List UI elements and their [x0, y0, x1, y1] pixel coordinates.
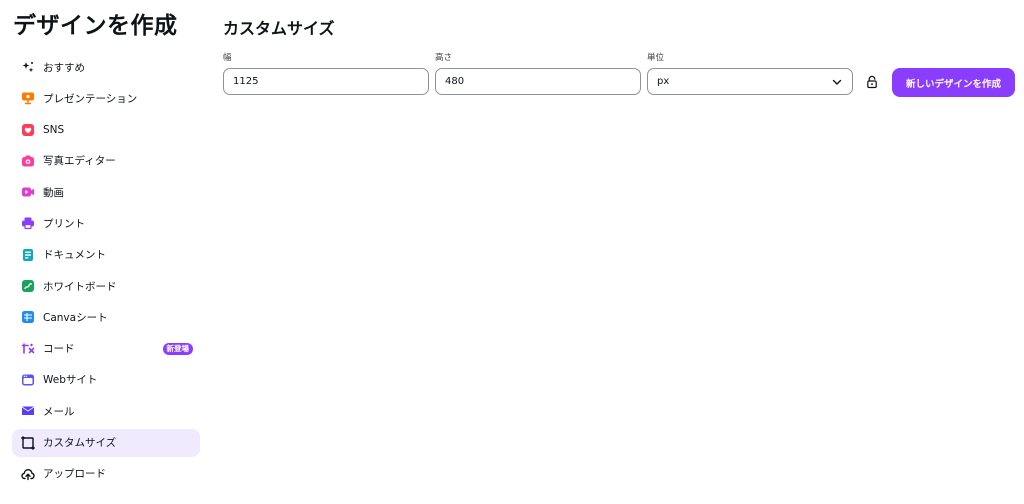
chevron-down-icon [832, 79, 842, 85]
width-label: 幅 [223, 53, 232, 63]
sidebar-item-website[interactable]: Webサイト [12, 366, 200, 394]
create-design-panel: デザインを作成 おすすめプレゼンテーション SNS 写真エディター 動画プリントドキュ… [0, 0, 1024, 504]
sidebar-item-video[interactable]: 動画 [12, 178, 200, 206]
sidebar-title: デザインを作成 [13, 13, 178, 39]
camera-icon [21, 154, 35, 168]
unit-select-value: px [657, 76, 670, 87]
width-input[interactable] [223, 68, 429, 95]
sidebar-item-label: メール [43, 405, 75, 418]
upload-cloud-icon [21, 467, 35, 481]
sidebar-item-label: プレゼンテーション [43, 92, 138, 105]
create-design-button[interactable]: 新しいデザインを作成 [892, 68, 1015, 97]
sparkle-icon [21, 60, 35, 74]
sidebar: デザインを作成 おすすめプレゼンテーション SNS 写真エディター 動画プリントドキュ… [0, 0, 210, 504]
code-icon [21, 342, 35, 356]
whiteboard-icon [21, 279, 35, 293]
sidebar-item-label: 動画 [43, 186, 64, 199]
website-icon [21, 373, 35, 387]
sidebar-item-sheet[interactable]: Canvaシート [12, 303, 200, 331]
sidebar-item-printer[interactable]: プリント [12, 209, 200, 237]
sidebar-item-label: プリント [43, 217, 85, 230]
sidebar-item-mail[interactable]: メール [12, 397, 200, 425]
sidebar-item-label: コード [43, 343, 75, 356]
unit-label: 単位 [647, 53, 665, 63]
sidebar-item-document[interactable]: ドキュメント [12, 241, 200, 269]
heart-icon [21, 123, 35, 137]
main-content: カスタムサイズ 幅 高さ 単位 px 新しいデザインを作成 [223, 0, 1024, 504]
sidebar-item-label: 写真エディター [43, 155, 116, 168]
unit-select[interactable]: px [647, 68, 853, 95]
new-badge: 新登場 [162, 342, 193, 355]
sidebar-item-label: おすすめ [43, 61, 85, 74]
sidebar-nav: おすすめプレゼンテーション SNS 写真エディター 動画プリントドキュメント ホワイトボ… [12, 53, 200, 491]
sidebar-item-code[interactable]: コード 新登場 [12, 335, 200, 363]
sidebar-item-camera[interactable]: 写真エディター [12, 147, 200, 175]
mail-icon [21, 404, 35, 418]
sidebar-item-presentation[interactable]: プレゼンテーション [12, 84, 200, 112]
sidebar-item-upload-cloud[interactable]: アップロード [12, 460, 200, 488]
page-title: カスタムサイズ [223, 19, 335, 38]
video-icon [21, 185, 35, 199]
sidebar-item-label: ドキュメント [43, 249, 106, 262]
height-input[interactable] [435, 68, 641, 95]
document-icon [21, 248, 35, 262]
height-label: 高さ [435, 53, 453, 63]
sidebar-item-custom-size[interactable]: カスタムサイズ [12, 428, 200, 457]
sidebar-item-label: アップロード [43, 468, 106, 481]
sidebar-item-label: カスタムサイズ [43, 437, 117, 450]
sheet-icon [21, 310, 35, 324]
sidebar-item-sparkle[interactable]: おすすめ [12, 53, 200, 81]
sidebar-item-heart[interactable]: SNS [12, 116, 200, 144]
sidebar-item-label: SNS [43, 123, 65, 136]
lock-icon[interactable] [866, 75, 878, 89]
sidebar-item-whiteboard[interactable]: ホワイトボード [12, 272, 200, 300]
sidebar-item-label: Canvaシート [43, 311, 108, 324]
sidebar-item-label: ホワイトボード [43, 280, 117, 293]
printer-icon [21, 216, 35, 230]
sidebar-item-label: Webサイト [43, 374, 98, 387]
custom-size-icon [21, 435, 35, 450]
presentation-icon [21, 91, 35, 105]
